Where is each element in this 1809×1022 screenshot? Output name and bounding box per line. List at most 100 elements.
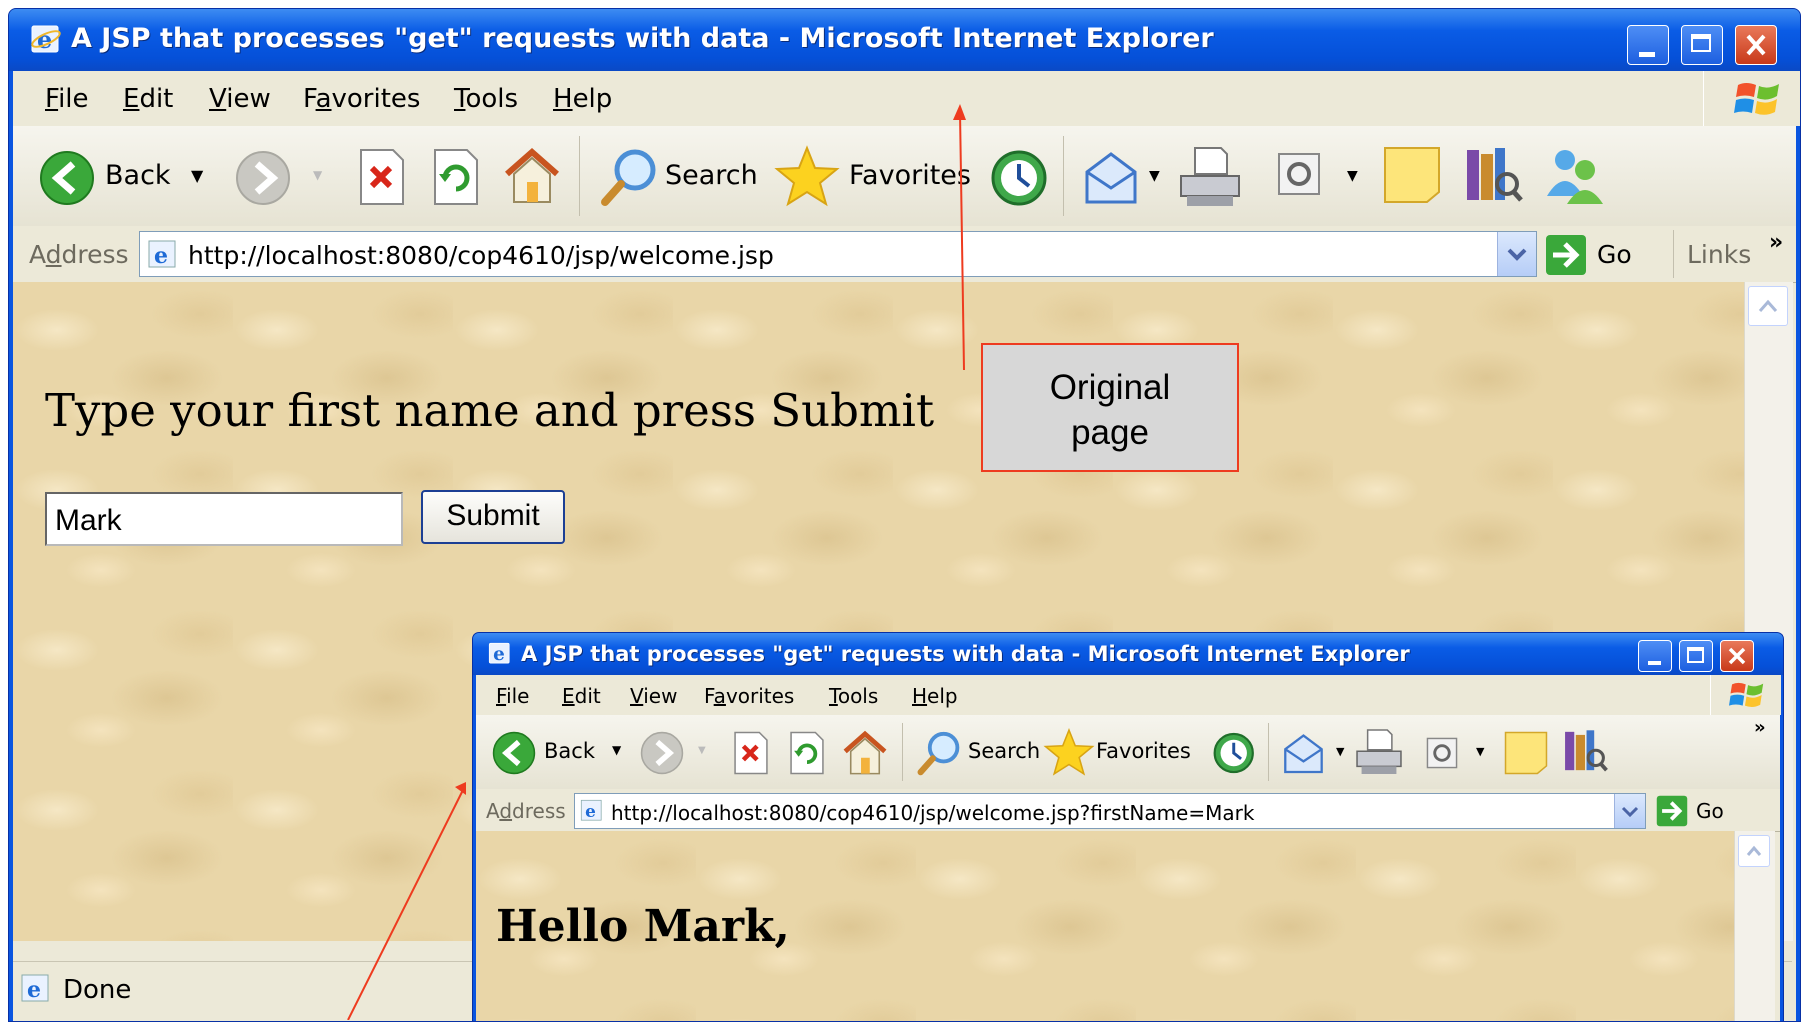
svg-text:e: e bbox=[585, 801, 596, 821]
ie-page-icon: e bbox=[580, 799, 602, 821]
address-url: http://localhost:8080/cop4610/jsp/welcom… bbox=[188, 241, 774, 270]
home-icon[interactable] bbox=[503, 146, 561, 206]
go-arrow-icon[interactable] bbox=[1545, 234, 1587, 276]
favorites-button-label[interactable]: Favorites bbox=[849, 160, 971, 191]
close-icon bbox=[1728, 647, 1746, 665]
address-dropdown-button[interactable] bbox=[1614, 794, 1645, 828]
address-bar: Address e http://localhost:8080/cop4610/… bbox=[13, 226, 1796, 283]
forward-arrow-icon[interactable] bbox=[640, 731, 684, 775]
research-icon[interactable] bbox=[1463, 144, 1523, 206]
svg-text:e: e bbox=[154, 243, 168, 269]
messenger-people-icon[interactable] bbox=[1543, 146, 1605, 206]
menu-view[interactable]: View bbox=[630, 684, 677, 708]
submit-button[interactable]: Submit bbox=[421, 490, 565, 544]
title-bar[interactable]: e A JSP that processes "get" requests wi… bbox=[9, 9, 1800, 71]
stop-icon[interactable] bbox=[357, 148, 407, 206]
stop-icon[interactable] bbox=[732, 731, 770, 775]
back-dropdown-icon[interactable]: ▼ bbox=[612, 743, 621, 757]
first-name-input[interactable]: Mark bbox=[45, 492, 403, 546]
vertical-scrollbar-response[interactable] bbox=[1734, 831, 1775, 1021]
svg-text:e: e bbox=[27, 977, 41, 1003]
print-icon[interactable] bbox=[1177, 144, 1243, 210]
back-button-label[interactable]: Back bbox=[544, 739, 595, 763]
title-bar-response[interactable]: e A JSP that processes "get" requests wi… bbox=[473, 633, 1783, 675]
research-icon[interactable] bbox=[1562, 727, 1608, 775]
chevron-right-icon[interactable]: » bbox=[1769, 230, 1783, 255]
windows-logo bbox=[1703, 71, 1800, 126]
search-magnifier-icon[interactable] bbox=[916, 729, 962, 777]
edit-icon[interactable] bbox=[1426, 737, 1458, 769]
svg-text:e: e bbox=[493, 644, 505, 665]
menu-file[interactable]: File bbox=[45, 84, 89, 114]
minimize-button-response[interactable] bbox=[1638, 640, 1672, 672]
refresh-icon[interactable] bbox=[788, 731, 826, 775]
edit-dropdown-icon[interactable]: ▼ bbox=[1476, 745, 1484, 758]
favorites-star-icon[interactable] bbox=[1043, 727, 1095, 777]
page-heading: Type your first name and press Submit bbox=[45, 384, 935, 437]
close-button[interactable] bbox=[1735, 25, 1777, 65]
back-dropdown-icon[interactable]: ▼ bbox=[191, 166, 203, 185]
edit-icon[interactable] bbox=[1277, 152, 1321, 196]
close-button-response[interactable] bbox=[1720, 640, 1754, 672]
svg-text:e: e bbox=[37, 25, 52, 54]
forward-arrow-icon[interactable] bbox=[235, 150, 291, 206]
search-magnifier-icon[interactable] bbox=[599, 146, 659, 208]
go-button-label[interactable]: Go bbox=[1597, 240, 1632, 269]
favorites-star-icon[interactable] bbox=[774, 144, 840, 208]
minimize-button[interactable] bbox=[1627, 25, 1669, 65]
messenger-icon[interactable] bbox=[1504, 731, 1548, 775]
back-arrow-icon[interactable] bbox=[39, 150, 95, 206]
print-icon[interactable] bbox=[1354, 727, 1404, 777]
windows-logo-icon bbox=[1729, 682, 1764, 707]
maximize-button[interactable] bbox=[1681, 25, 1723, 65]
mail-dropdown-icon[interactable]: ▼ bbox=[1336, 745, 1344, 758]
menu-favorites[interactable]: Favorites bbox=[303, 84, 420, 114]
menu-edit[interactable]: Edit bbox=[562, 684, 601, 708]
ie-icon: e bbox=[488, 642, 510, 665]
chevron-right-icon[interactable]: » bbox=[1754, 717, 1766, 738]
go-button-label[interactable]: Go bbox=[1696, 799, 1724, 823]
menu-favorites[interactable]: Favorites bbox=[704, 684, 794, 708]
scroll-up-button[interactable] bbox=[1748, 286, 1788, 326]
maximize-button-response[interactable] bbox=[1679, 640, 1713, 672]
mail-icon[interactable] bbox=[1282, 731, 1328, 775]
history-icon[interactable] bbox=[1210, 731, 1256, 775]
edit-dropdown-icon[interactable]: ▼ bbox=[1347, 168, 1358, 184]
chevron-down-icon bbox=[1621, 806, 1639, 818]
favorites-button-label[interactable]: Favorites bbox=[1096, 739, 1191, 763]
chevron-down-icon bbox=[1507, 248, 1527, 261]
address-label: Address bbox=[486, 799, 566, 823]
messenger-icon[interactable] bbox=[1383, 146, 1441, 204]
menu-tools[interactable]: Tools bbox=[454, 84, 518, 114]
search-button-label[interactable]: Search bbox=[665, 160, 758, 191]
ie-icon: e bbox=[31, 25, 61, 54]
links-label[interactable]: Links bbox=[1687, 240, 1751, 269]
address-input[interactable]: e http://localhost:8080/cop4610/jsp/welc… bbox=[139, 231, 1537, 277]
status-text: Done bbox=[63, 975, 132, 1005]
search-button-label[interactable]: Search bbox=[968, 739, 1040, 763]
menu-help[interactable]: Help bbox=[553, 84, 612, 114]
ie-page-icon: e bbox=[148, 240, 176, 269]
menu-view[interactable]: View bbox=[209, 84, 271, 114]
back-arrow-icon[interactable] bbox=[492, 731, 536, 775]
home-icon[interactable] bbox=[842, 729, 888, 777]
menu-help[interactable]: Help bbox=[912, 684, 958, 708]
go-arrow-icon[interactable] bbox=[1656, 795, 1688, 827]
standard-toolbar-response: Back ▼ ▼ Search Favorites ▼ ▼ » bbox=[476, 715, 1780, 790]
address-input[interactable]: e http://localhost:8080/cop4610/jsp/welc… bbox=[574, 793, 1646, 829]
mail-icon[interactable] bbox=[1083, 148, 1143, 206]
menu-file[interactable]: File bbox=[496, 684, 529, 708]
windows-logo bbox=[1710, 675, 1781, 715]
forward-dropdown-icon: ▼ bbox=[698, 745, 706, 756]
mail-dropdown-icon[interactable]: ▼ bbox=[1149, 168, 1160, 184]
menu-edit[interactable]: Edit bbox=[123, 84, 173, 114]
maximize-icon bbox=[1687, 647, 1704, 663]
menu-tools[interactable]: Tools bbox=[829, 684, 878, 708]
back-button-label[interactable]: Back bbox=[105, 160, 171, 191]
history-icon[interactable] bbox=[987, 148, 1049, 208]
scroll-up-button[interactable] bbox=[1738, 835, 1770, 867]
menu-bar: File Edit View Favorites Tools Help bbox=[13, 71, 1800, 127]
standard-toolbar: Back ▼ ▼ Search Favorites ▼ ▼ bbox=[13, 126, 1796, 227]
refresh-icon[interactable] bbox=[431, 148, 481, 206]
address-dropdown-button[interactable] bbox=[1497, 232, 1536, 276]
